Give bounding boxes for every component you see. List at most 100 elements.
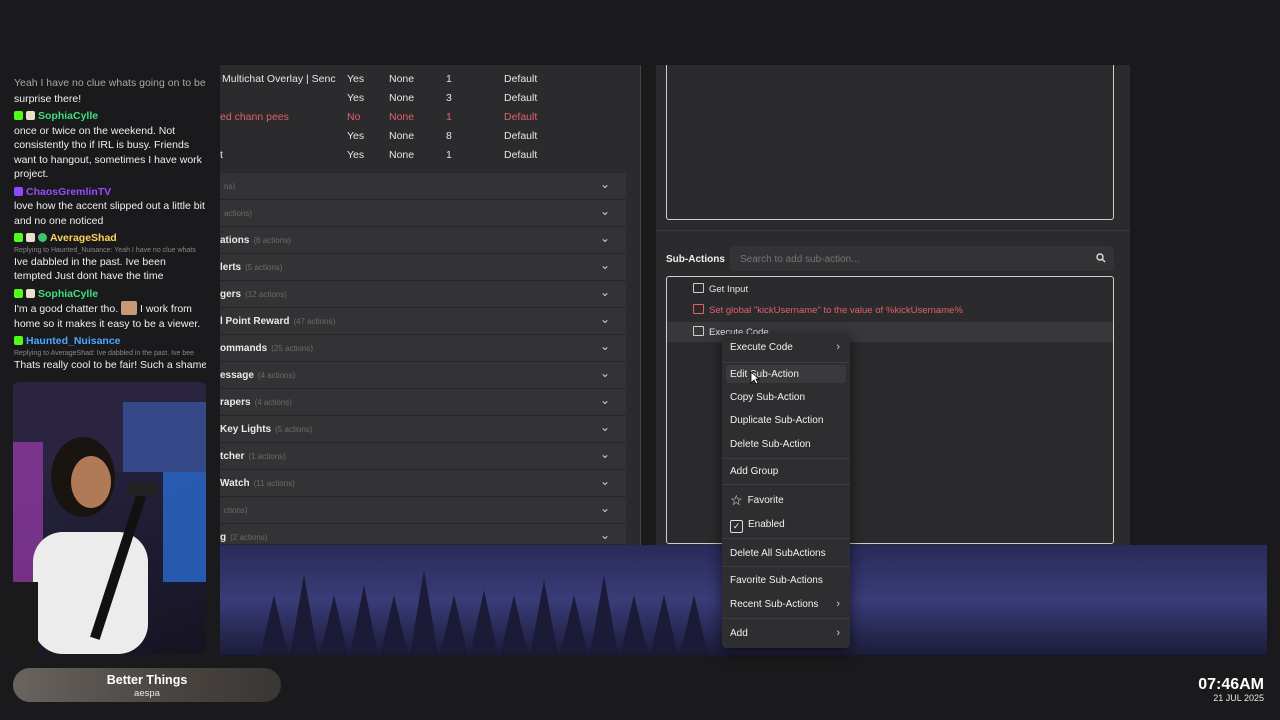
menu-item-delete-sub-action[interactable]: Delete Sub-Action (730, 439, 842, 450)
chevron-down-icon[interactable]: ⌄ (600, 447, 610, 461)
menu-item-favorite-sub-actions[interactable]: Favorite Sub-Actions (730, 575, 842, 586)
action-group-row[interactable]: rapers (4 actions) ⌄ (220, 389, 626, 416)
table-row[interactable]: Yes None 3 Default (220, 89, 630, 108)
menu-item-execute-code[interactable]: Execute Code › (730, 341, 842, 353)
menu-item-label: Add (730, 628, 748, 639)
chevron-down-icon[interactable]: ⌄ (600, 285, 610, 299)
group-label: gers (220, 289, 242, 300)
menu-item-add[interactable]: Add › (730, 627, 842, 639)
divider (656, 230, 1130, 231)
menu-item-label: Enabled (748, 519, 785, 530)
clock-widget: 07:46AM 21 JUL 2025 (1198, 676, 1264, 703)
action-group-row[interactable]: tcher (1 actions) ⌄ (220, 443, 626, 470)
menu-item-enabled[interactable]: ✓ Enabled (730, 519, 842, 533)
chat-text: Thats really cool to be fair! Such a sha… (14, 358, 206, 371)
menu-item-edit-sub-action[interactable]: Edit Sub-Action (730, 369, 842, 380)
menu-divider (722, 484, 850, 485)
song-artist: aespa (134, 688, 160, 699)
chat-text: surprise there! (14, 92, 82, 105)
menu-item-recent-sub-actions[interactable]: Recent Sub-Actions › (730, 598, 842, 610)
menu-item-label: Recent Sub-Actions (730, 599, 819, 610)
action-queue: Default (504, 111, 538, 123)
chevron-down-icon[interactable]: ⌄ (600, 231, 610, 245)
emote-icon (121, 301, 138, 315)
action-group-row[interactable]: l Point Reward (47 actions) ⌄ (220, 308, 626, 335)
chat-username: AverageShad (50, 232, 117, 244)
chevron-down-icon[interactable]: ⌄ (600, 258, 610, 272)
action-group-row[interactable]: ommands (25 actions) ⌄ (220, 335, 626, 362)
sub-action-item[interactable]: Get Input (693, 283, 748, 295)
group-count: (5 actions) (275, 425, 313, 434)
chevron-right-icon: › (836, 341, 840, 353)
action-group-row[interactable]: lerts (5 actions) ⌄ (220, 254, 626, 281)
sub-action-search-input[interactable] (738, 250, 1082, 268)
chat-message: surprise there! (0, 91, 220, 109)
chevron-down-icon[interactable]: ⌄ (600, 339, 610, 353)
chevron-down-icon[interactable]: ⌄ (600, 204, 610, 218)
action-queue: Default (504, 73, 538, 85)
group-count: ns) (224, 182, 236, 191)
kick-badge-icon (14, 288, 23, 298)
chevron-down-icon[interactable]: ⌄ (600, 366, 610, 380)
group-label: Key Lights (220, 424, 272, 435)
menu-divider (722, 538, 850, 539)
chat-message: ChaosGremlinTV love how the accent slipp… (0, 184, 220, 231)
table-row[interactable]: Multichat Overlay | Senc Yes None 1 Defa… (220, 70, 630, 89)
menu-item-add-group[interactable]: Add Group (730, 466, 842, 477)
menu-item-label: Edit Sub-Action (730, 369, 799, 380)
checkbox-checked-icon[interactable]: ✓ (730, 520, 743, 533)
chat-message: Yeah I have no clue whats going on to be (0, 75, 220, 93)
chat-text: Yeah I have no clue whats going on to be (14, 77, 206, 89)
chat-text: once or twice on the weekend. Not consis… (14, 124, 202, 181)
table-row[interactable]: t Yes None 1 Default (220, 146, 630, 165)
menu-item-favorite[interactable]: ☆ Favorite (730, 492, 842, 509)
action-queue: Default (504, 130, 538, 142)
action-group-row[interactable]: ns) ⌄ (220, 173, 626, 200)
action-group-row[interactable]: ations (6 actions) ⌄ (220, 227, 626, 254)
chevron-down-icon[interactable]: ⌄ (600, 528, 610, 542)
menu-item-delete-all-subactions[interactable]: Delete All SubActions (730, 548, 842, 559)
action-group-row[interactable]: Watch (11 actions) ⌄ (220, 470, 626, 497)
chevron-down-icon[interactable]: ⌄ (600, 177, 610, 191)
group-count: (6 actions) (253, 236, 291, 245)
action-name: ed chann pees (220, 111, 289, 123)
menu-item-duplicate-sub-action[interactable]: Duplicate Sub-Action (730, 415, 842, 426)
chevron-right-icon: › (836, 598, 840, 610)
action-group-row[interactable]: g (2 actions) ⌄ (220, 524, 626, 545)
chat-reply-preview: Replying to Haunted_Nuisance: Yeah I hav… (14, 246, 196, 254)
sub-actions-label: Sub-Actions (666, 254, 725, 265)
action-group-row[interactable]: Key Lights (5 actions) ⌄ (220, 416, 626, 443)
chevron-down-icon[interactable]: ⌄ (600, 312, 610, 326)
sub-action-search[interactable] (730, 246, 1114, 271)
triggers-box[interactable] (666, 65, 1114, 220)
group-label: lerts (220, 262, 242, 273)
group-label: ommands (220, 343, 268, 354)
sub-action-item[interactable]: Set global "kickUsername" to the value o… (693, 304, 963, 316)
chevron-down-icon[interactable]: ⌄ (600, 501, 610, 515)
action-group-row[interactable]: ctions) ⌄ (220, 497, 626, 524)
now-playing-widget: Better Things aespa (13, 668, 281, 702)
menu-item-label: Duplicate Sub-Action (730, 415, 824, 426)
chevron-down-icon[interactable]: ⌄ (600, 474, 610, 488)
menu-divider (722, 458, 850, 459)
chevron-down-icon[interactable]: ⌄ (600, 420, 610, 434)
song-title: Better Things (106, 673, 188, 687)
action-group-row[interactable]: essage (4 actions) ⌄ (220, 362, 626, 389)
chat-username: SophiaCylle (38, 287, 99, 300)
chat-reply-preview: Replying to AverageShad: Ive dabbled in … (14, 349, 195, 357)
mouse-cursor-icon (750, 371, 760, 385)
chevron-down-icon[interactable]: ⌄ (600, 393, 610, 407)
action-enabled: Yes (347, 130, 365, 142)
group-count: (5 actions) (245, 263, 283, 272)
action-group-row[interactable]: gers (12 actions) ⌄ (220, 281, 626, 308)
table-row[interactable]: Yes None 8 Default (220, 127, 630, 146)
group-label: essage (220, 370, 254, 381)
search-icon[interactable] (1096, 253, 1106, 263)
streamer-illustration (13, 382, 206, 654)
sub-action-icon (693, 304, 704, 314)
menu-item-copy-sub-action[interactable]: Copy Sub-Action (730, 392, 842, 403)
twitch-badge-icon (14, 186, 23, 196)
action-group: None (389, 149, 415, 161)
table-row[interactable]: ed chann pees No None 1 Default (220, 108, 630, 127)
action-group-row[interactable]: actions) ⌄ (220, 200, 626, 227)
